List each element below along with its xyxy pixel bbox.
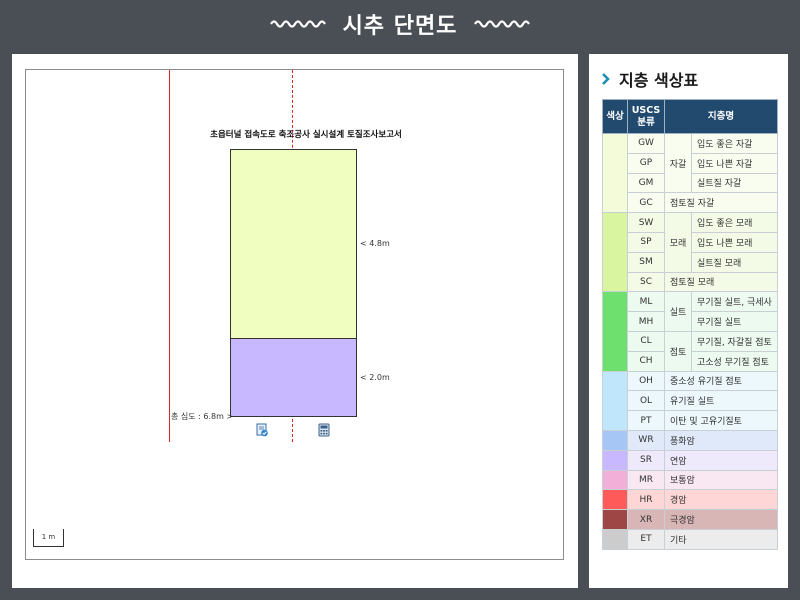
calculator-icon[interactable] <box>317 423 331 437</box>
color-swatch <box>602 132 628 214</box>
uscs-code: GC <box>627 192 665 214</box>
color-swatch <box>602 449 628 471</box>
layer-name: 입도 나쁜 모래 <box>690 231 779 253</box>
layer-name: 중소성 유기질 점토 <box>663 370 779 392</box>
layer-name: 점토질 자갈 <box>663 192 779 214</box>
layer-2-depth-label: < 2.0m <box>360 373 390 382</box>
color-swatch <box>602 370 628 431</box>
color-swatch <box>602 528 628 550</box>
uscs-code: OH <box>627 370 665 392</box>
layer-name: 보통암 <box>663 469 779 491</box>
uscs-code: ML <box>627 291 665 313</box>
page-header: 시추 단면도 <box>0 0 800 48</box>
legend-row-sw: SW 모래 입도 좋은 모래 <box>602 212 779 293</box>
uscs-code: ET <box>627 528 665 550</box>
uscs-code: GP <box>627 152 665 174</box>
layer-name: 실트질 자갈 <box>690 172 779 194</box>
total-depth-label: 총 심도 : 6.8m > <box>171 412 234 421</box>
uscs-code: GM <box>627 172 665 194</box>
legend-row-et: ET 기타 <box>602 528 779 550</box>
legend-row-mr: MR 보통암 <box>602 469 779 491</box>
section-panel: 초읍터널 접속도로 축조공사 실시설계 토질조사보고서 < 4.8m < 2.0… <box>12 54 578 588</box>
layer-name: 극경암 <box>663 509 779 530</box>
legend-row-ol: OL 유기질 실트 <box>603 390 779 412</box>
color-swatch <box>602 291 628 372</box>
page-title: 시추 단면도 <box>342 14 458 39</box>
layer-name: 무기질 실트 <box>690 311 779 332</box>
uscs-code: CL <box>627 330 665 352</box>
scale-label: 1 m <box>41 533 56 541</box>
uscs-code: CH <box>627 350 665 372</box>
layer-name: 유기질 실트 <box>663 390 779 412</box>
legend-heading: 지층 색상표 <box>601 68 698 90</box>
layer-name: 기타 <box>663 528 779 550</box>
wave-decoration-right <box>474 20 531 28</box>
color-swatch <box>602 489 628 511</box>
uscs-code: MR <box>627 469 665 491</box>
layer-name: 이탄 및 고유기질토 <box>663 410 779 431</box>
report-title: 초읍터널 접속도로 축조공사 실시설계 토질조사보고서 <box>210 130 402 140</box>
group-label: 모래 <box>664 212 692 273</box>
col-header-name: 지층명 <box>663 99 779 134</box>
uscs-code: HR <box>627 489 665 511</box>
chevron-right-icon <box>602 73 610 85</box>
legend-panel: 지층 색상표 색상 USCS 분류 지층명 GW 자갈 입도 좋은 자갈 GP 입도 나… <box>589 54 788 588</box>
soil-layer-2[interactable] <box>230 338 357 417</box>
legend-row-oh: OH 중소성 유기질 점토 <box>602 370 779 431</box>
section-canvas: 초읍터널 접속도로 축조공사 실시설계 토질조사보고서 < 4.8m < 2.0… <box>25 69 564 560</box>
legend-row-wr: WR 풍화암 <box>602 429 779 451</box>
uscs-code: SP <box>627 231 665 253</box>
legend-row-ml: ML 실트 무기질 실트, 극세사 <box>602 291 779 372</box>
color-swatch <box>602 469 628 491</box>
uscs-code: PT <box>627 410 665 431</box>
legend-header-row: 색상 USCS 분류 지층명 <box>602 99 779 134</box>
uscs-code: SR <box>627 449 665 471</box>
layer-name: 무기질, 자갈질 점토 <box>690 330 779 352</box>
legend-row-gc: GC 점토질 자갈 <box>603 192 779 214</box>
uscs-code: WR <box>627 429 665 451</box>
color-swatch <box>602 509 628 530</box>
uscs-code: XR <box>627 509 665 530</box>
layer-name: 입도 나쁜 자갈 <box>690 152 779 174</box>
legend-row-sc: SC 점토질 모래 <box>603 271 779 293</box>
scale-bar: 1 m <box>33 529 64 547</box>
uscs-code: OL <box>627 390 665 412</box>
legend-row-sr: SR 연암 <box>602 449 779 471</box>
layer-name: 풍화암 <box>663 429 779 451</box>
uscs-code: SM <box>627 251 665 273</box>
uscs-code: SC <box>627 271 665 293</box>
uscs-code: SW <box>627 212 665 233</box>
document-check-icon[interactable] <box>255 423 269 437</box>
soil-layer-1[interactable] <box>230 149 357 339</box>
legend-row-cl: CL 점토 무기질, 자갈질 점토 <box>603 330 779 372</box>
boundary-line-solid <box>169 70 170 442</box>
layer-name: 고소성 무기질 점토 <box>690 350 779 372</box>
color-swatch <box>602 429 628 451</box>
legend-row-gw: GW 자갈 입도 좋은 자갈 <box>602 132 779 214</box>
legend-row-pt: PT 이탄 및 고유기질토 <box>603 410 779 431</box>
layer-name: 입도 좋은 자갈 <box>690 133 779 154</box>
wave-decoration-left <box>269 20 326 28</box>
layer-name: 입도 좋은 모래 <box>690 212 779 233</box>
legend-table: 색상 USCS 분류 지층명 GW 자갈 입도 좋은 자갈 GP 입도 나쁜 자갈 GM 실… <box>602 99 779 550</box>
layer-name: 무기질 실트, 극세사 <box>690 291 779 313</box>
legend-title: 지층 색상표 <box>619 71 699 90</box>
layer-name: 실트질 모래 <box>690 251 779 273</box>
col-header-uscs: USCS 분류 <box>627 99 665 134</box>
col-header-color: 색상 <box>602 99 628 134</box>
group-label: 자갈 <box>664 132 692 194</box>
layer-name: 연암 <box>663 449 779 471</box>
layer-name: 점토질 모래 <box>663 271 779 293</box>
legend-row-hr: HR 경암 <box>602 489 779 511</box>
legend-row-xr: XR 극경암 <box>602 509 779 530</box>
color-swatch <box>602 212 628 293</box>
layer-name: 경암 <box>663 489 779 511</box>
layer-1-depth-label: < 4.8m <box>360 239 390 248</box>
uscs-code: GW <box>627 133 665 154</box>
uscs-code: MH <box>627 311 665 332</box>
group-label: 실트 <box>664 291 692 332</box>
group-label: 점토 <box>664 330 692 372</box>
